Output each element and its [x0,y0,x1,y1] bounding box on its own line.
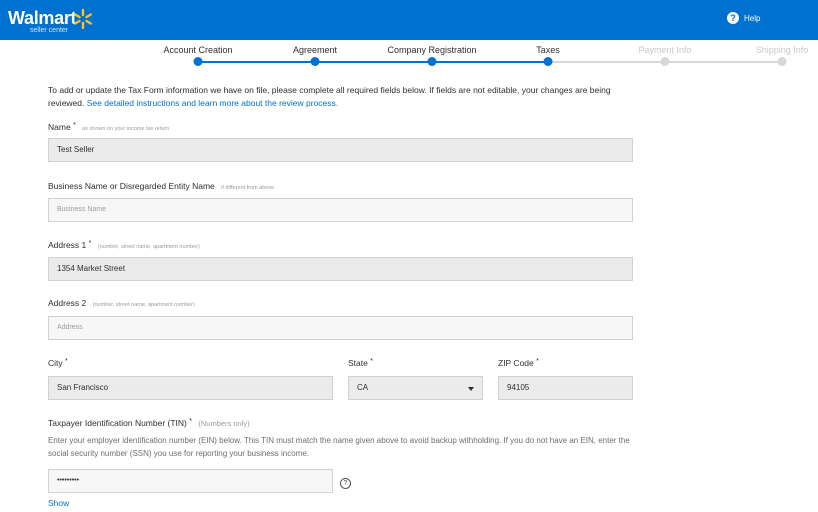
required-mark: * [88,240,92,247]
city-label: City * [48,358,68,368]
step-dot-company-registration [427,57,437,66]
step-shipping-info: Shipping Info [755,45,809,55]
app-header: Walmart seller center ? Help [0,0,818,40]
step-dot-taxes [543,57,553,66]
required-mark: * [370,358,373,365]
step-dot-payment-info [660,57,670,66]
review-process-link[interactable]: See detailed instructions and learn more… [87,98,338,108]
help-link[interactable]: Help [744,14,760,23]
tin-hint: (Numbers only) [198,419,250,428]
state-label: State * [348,358,373,368]
name-input[interactable]: Test Seller [48,138,633,162]
required-mark: * [65,358,68,365]
address2-label-text: Address 2 [48,298,87,308]
progress-stepper: Account Creation Agreement Company Regis… [0,42,818,68]
business-name-hint: if different from above [221,185,275,191]
state-select-value: CA [357,383,369,392]
required-mark: * [536,358,539,365]
step-dot-agreement [310,57,320,66]
state-select[interactable]: CA [348,376,483,400]
zip-label-text: ZIP Code [498,358,534,368]
intro-text: To add or update the Tax Form informatio… [48,84,628,110]
step-dot-shipping-info [777,57,787,66]
address1-hint: (number, street name, apartment number) [97,244,200,250]
required-mark: * [189,418,192,425]
address1-label-text: Address 1 [48,240,87,250]
step-agreement: Agreement [292,45,338,55]
step-company-registration: Company Registration [387,45,477,55]
name-label-text: Name [48,122,71,132]
zip-label: ZIP Code * [498,358,539,368]
step-dot-account-creation [193,57,203,66]
walmart-logo[interactable]: Walmart [8,8,77,29]
required-mark: * [73,122,76,129]
address1-input[interactable]: 1354 Market Street [48,257,633,281]
show-tin-link[interactable]: Show [48,498,69,508]
help-icon[interactable]: ? [727,12,739,24]
business-name-label: Business Name or Disregarded Entity Name… [48,181,274,191]
step-account-creation: Account Creation [163,45,233,55]
step-taxes: Taxes [536,45,560,55]
chevron-down-icon [468,387,474,391]
step-payment-info: Payment Info [638,45,692,55]
name-label: Name * as shown on your income tax retur… [48,122,169,132]
info-icon[interactable]: ? [340,478,351,489]
tin-input[interactable]: ••••••••• [48,469,333,493]
tin-description: Enter your employer identification numbe… [48,436,630,458]
spark-icon [74,8,92,30]
state-label-text: State [348,358,368,368]
address2-label: Address 2 (number, street name, apartmen… [48,298,195,308]
address2-hint: (number, street name, apartment number) [92,302,195,308]
tin-label-text: Taxpayer Identification Number (TIN) [48,418,187,428]
zip-input[interactable]: 94105 [498,376,633,400]
city-label-text: City [48,358,63,368]
name-hint: as shown on your income tax return [82,126,170,132]
logo-subtitle: seller center [30,27,69,34]
stepper-track-complete [198,61,548,63]
address1-label: Address 1 * (number, street name, apartm… [48,240,200,250]
business-name-input[interactable]: Business Name [48,198,633,222]
business-name-label-text: Business Name or Disregarded Entity Name [48,181,215,191]
tin-label: Taxpayer Identification Number (TIN) * (… [48,418,250,428]
city-input[interactable]: San Francisco [48,376,333,400]
address2-input[interactable]: Address [48,316,633,340]
